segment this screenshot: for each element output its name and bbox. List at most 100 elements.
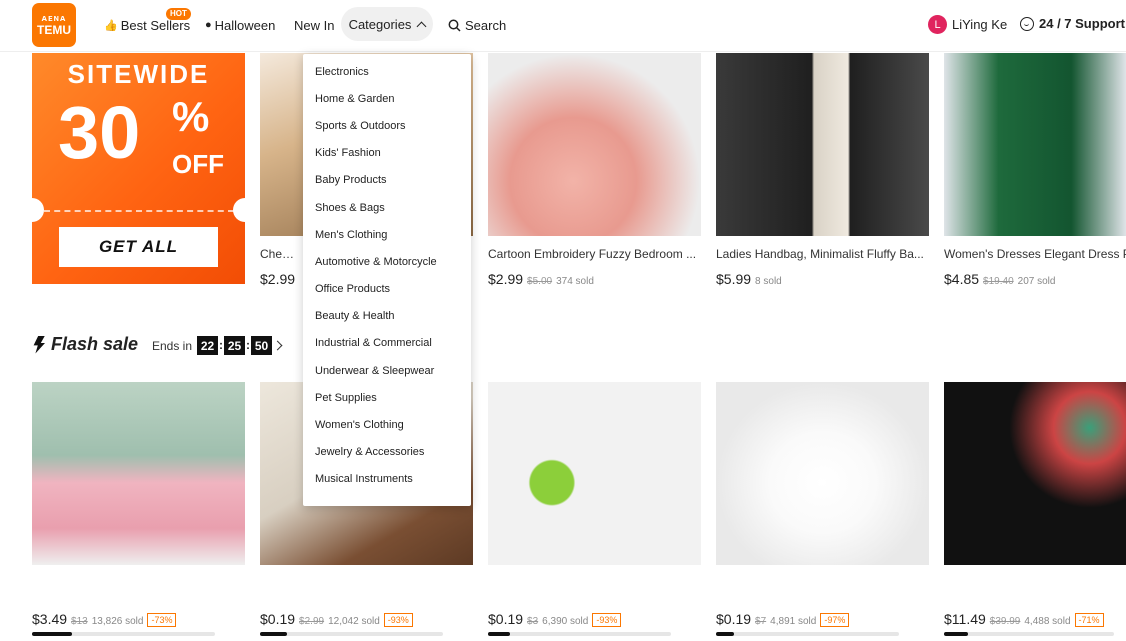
nav-search[interactable]: Search	[448, 0, 506, 50]
nav-search-label: Search	[465, 17, 507, 33]
product-price-value: $4.85	[944, 271, 980, 287]
product-sold-count: 4,488 sold	[1024, 616, 1071, 627]
timer-hours: 22	[197, 336, 218, 355]
get-all-button[interactable]: GET ALL	[59, 227, 218, 267]
flash-sale-title[interactable]: Flash sale	[33, 334, 138, 355]
hot-badge: HOT	[166, 8, 191, 20]
promo-percent-sign: %	[172, 93, 210, 140]
category-item-pet-supplies[interactable]: Pet Supplies	[303, 384, 471, 411]
category-item-baby-products[interactable]: Baby Products	[303, 167, 471, 194]
discount-badge: -93%	[592, 613, 622, 627]
product-sold-count: 4,891 sold	[770, 616, 817, 627]
product-old-price: $3	[527, 616, 539, 627]
ends-in-label: Ends in	[152, 339, 193, 353]
product-image[interactable]	[716, 382, 929, 565]
nav-halloween[interactable]: ● Halloween	[205, 0, 275, 50]
sold-progress-bar	[32, 632, 215, 636]
temu-logo[interactable]: ᴀᴇɴᴀ TEMU	[32, 3, 76, 47]
nav-categories[interactable]: Categories	[341, 7, 433, 41]
product-image[interactable]	[716, 53, 929, 236]
product-title[interactable]: Cartoon Embroidery Fuzzy Bedroom ...	[488, 247, 700, 261]
sold-progress-bar	[488, 632, 671, 636]
product-price: $11.49 $39.99 4,488 sold -71%	[944, 611, 1104, 627]
timer-separator: :	[219, 338, 223, 352]
promo-banner[interactable]: SITEWIDE 30 % OFF GET ALL	[32, 53, 245, 284]
product-sold-count: 13,826 sold	[91, 616, 144, 627]
avatar[interactable]: L	[928, 15, 947, 34]
discount-badge: -93%	[383, 613, 413, 627]
product-title[interactable]: Women's Dresses Elegant Dress Pl	[944, 247, 1126, 261]
product-image[interactable]	[488, 53, 701, 236]
category-item-womens-clothing[interactable]: Women's Clothing	[303, 411, 471, 438]
categories-dropdown: Electronics Home & Garden Sports & Outdo…	[303, 54, 471, 506]
product-image[interactable]	[944, 53, 1126, 236]
timer-minutes: 25	[224, 336, 245, 355]
product-price: $0.19 $7 4,891 sold -97%	[716, 611, 850, 627]
product-price-value: $2.99	[488, 271, 524, 287]
support-label: 24 / 7 Support	[1039, 16, 1125, 31]
product-price-value: $11.49	[944, 611, 986, 627]
user-name[interactable]: LiYing Ke	[952, 17, 1007, 32]
promo-divider	[44, 210, 234, 212]
category-item-industrial[interactable]: Industrial & Commercial	[303, 330, 471, 357]
timer-separator: :	[246, 338, 250, 352]
category-item-shoes-bags[interactable]: Shoes & Bags	[303, 194, 471, 221]
ticket-notch-left	[32, 198, 44, 222]
product-old-price: $39.99	[989, 616, 1021, 627]
product-price-value: $5.99	[716, 271, 752, 287]
category-item-musical-instruments[interactable]: Musical Instruments	[303, 466, 471, 493]
search-icon	[448, 19, 461, 32]
category-item-mens-clothing[interactable]: Men's Clothing	[303, 221, 471, 248]
logo-text: TEMU	[37, 23, 71, 37]
promo-off: OFF	[172, 149, 224, 179]
product-price: $3.49 $13 13,826 sold -73%	[32, 611, 177, 627]
timer-seconds: 50	[251, 336, 272, 355]
product-old-price: $2.99	[299, 616, 325, 627]
product-sold-count: 8 sold	[755, 276, 782, 287]
product-price-value: $2.99	[260, 271, 296, 287]
nav-categories-label: Categories	[348, 16, 412, 32]
nav-best-sellers[interactable]: 👍 Best Sellers HOT	[104, 0, 191, 50]
product-price: $4.85 $19.40 207 sold	[944, 271, 1055, 287]
discount-badge: -73%	[147, 613, 177, 627]
category-item-jewelry[interactable]: Jewelry & Accessories	[303, 439, 471, 466]
sold-progress-fill	[716, 632, 735, 636]
support-link[interactable]: 24 / 7 Support	[1020, 16, 1125, 31]
sold-progress-bar	[260, 632, 443, 636]
product-price: $0.19 $3 6,390 sold -93%	[488, 611, 622, 627]
category-item-electronics[interactable]: Electronics	[303, 58, 471, 85]
top-nav: ᴀᴇɴᴀ TEMU 👍 Best Sellers HOT ● Halloween…	[0, 0, 1126, 52]
product-old-price: $19.40	[983, 276, 1014, 287]
product-sold-count: 12,042 sold	[328, 616, 380, 627]
product-title[interactable]: Ladies Handbag, Minimalist Fluffy Ba...	[716, 247, 928, 261]
product-price: $2.99 $5.00 374 sold	[488, 271, 594, 287]
chat-icon	[1020, 16, 1034, 31]
category-item-office-products[interactable]: Office Products	[303, 276, 471, 303]
category-item-kids-fashion[interactable]: Kids' Fashion	[303, 140, 471, 167]
product-title[interactable]: Cheese	[260, 247, 300, 261]
flash-sale-label: Flash sale	[51, 334, 139, 354]
category-item-automotive[interactable]: Automotive & Motorcycle	[303, 248, 471, 275]
promo-percent: 30	[58, 91, 141, 174]
product-old-price: $7	[755, 616, 767, 627]
product-image[interactable]	[488, 382, 701, 565]
sold-progress-fill	[488, 632, 510, 636]
ticket-notch-right	[233, 198, 245, 222]
product-old-price: $13	[71, 616, 88, 627]
product-image[interactable]	[944, 382, 1126, 565]
product-sold-count: 374 sold	[556, 276, 594, 287]
sold-progress-bar	[716, 632, 899, 636]
chevron-right-icon[interactable]	[272, 340, 283, 351]
product-old-price: $5.00	[527, 276, 553, 287]
nav-new-in[interactable]: New In	[294, 0, 334, 50]
product-price-value: $0.19	[716, 611, 752, 627]
category-item-beauty-health[interactable]: Beauty & Health	[303, 303, 471, 330]
lightning-icon	[33, 335, 45, 354]
category-item-home-garden[interactable]: Home & Garden	[303, 85, 471, 112]
category-item-sports-outdoors[interactable]: Sports & Outdoors	[303, 112, 471, 139]
category-item-underwear[interactable]: Underwear & Sleepwear	[303, 357, 471, 384]
discount-badge: -97%	[820, 613, 850, 627]
product-image[interactable]	[32, 382, 245, 565]
product-price-value: $3.49	[32, 611, 68, 627]
thumbs-up-icon: 👍	[104, 19, 118, 32]
